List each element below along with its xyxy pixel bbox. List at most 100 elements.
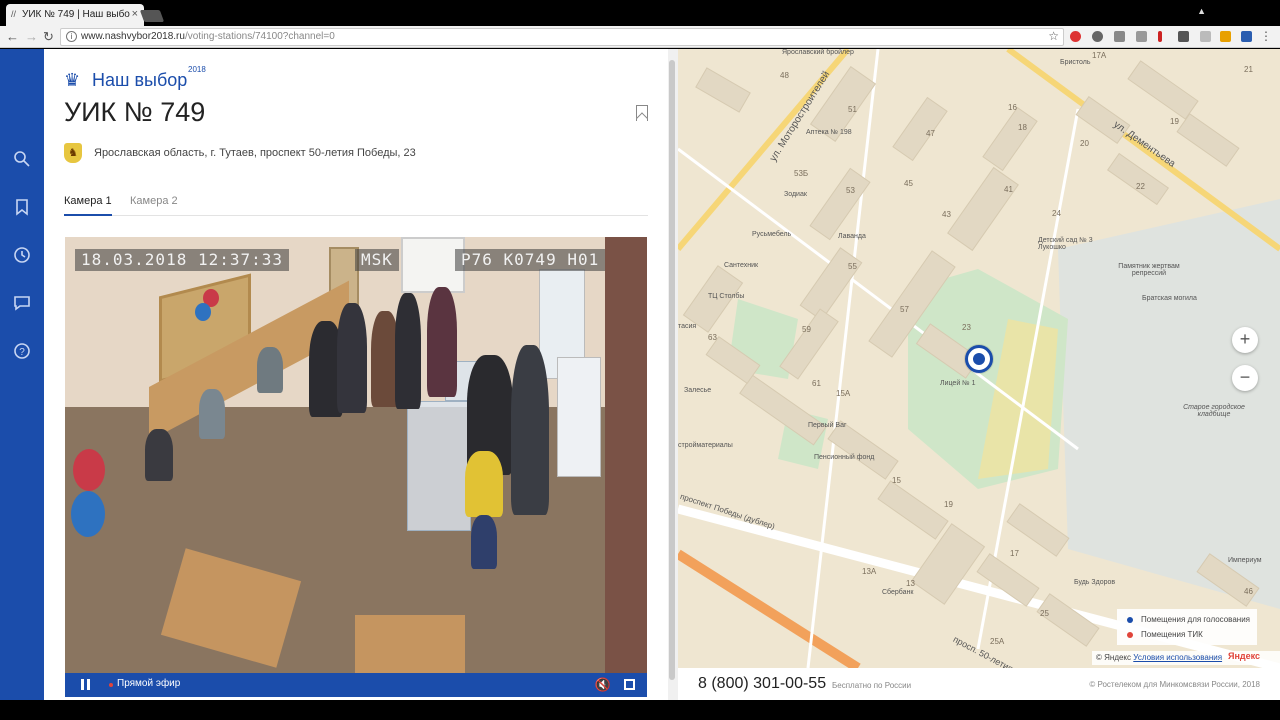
extension-icon[interactable] xyxy=(1136,31,1147,42)
video-timezone: MSK xyxy=(355,249,399,271)
map-place-label: Империум xyxy=(1228,557,1262,564)
video-voting-booth xyxy=(557,357,601,477)
footer: 8 (800) 301-00-55 Бесплатно по России © … xyxy=(678,668,1280,700)
video-person xyxy=(145,429,173,481)
map-place-label: Старое городское кладбище xyxy=(1183,404,1245,418)
extension-icon[interactable] xyxy=(1114,31,1125,42)
extension-icon[interactable] xyxy=(1178,31,1189,42)
map-place-label: Первый Ваг xyxy=(808,422,847,429)
url-path: /voting-stations/74100?channel=0 xyxy=(184,31,335,42)
logo-text: Наш выбор xyxy=(92,70,188,90)
house-number: 63 xyxy=(708,333,717,342)
back-icon[interactable]: ← xyxy=(6,29,19,44)
page-title: УИК № 749 xyxy=(64,97,206,127)
profile-icon[interactable]: ▲ xyxy=(1197,6,1206,16)
adblock-icon[interactable] xyxy=(1070,31,1081,42)
main-content: ♛ Наш выбор 2018 УИК № 749 ♞ Ярославская… xyxy=(44,49,668,700)
save-bookmark-icon[interactable] xyxy=(636,105,648,121)
house-number: 57 xyxy=(900,305,909,314)
map-place-label: Пенсионный фонд xyxy=(814,454,875,461)
map-copyright-text: © Яндекс xyxy=(1096,653,1132,662)
video-balloon xyxy=(71,491,105,537)
sidebar: ? xyxy=(0,49,44,700)
reload-icon[interactable]: ↻ xyxy=(43,29,54,45)
zoom-out-button[interactable]: − xyxy=(1232,365,1258,391)
forward-icon[interactable]: → xyxy=(25,29,38,44)
yandex-logo[interactable]: Яндекс xyxy=(1228,651,1260,661)
video-balloon xyxy=(195,303,211,321)
video-timestamp: 18.03.2018 12:37:33 xyxy=(75,249,290,271)
site-info-icon[interactable]: i xyxy=(66,31,77,42)
tab-camera-2[interactable]: Камера 2 xyxy=(130,195,178,207)
fullscreen-icon[interactable] xyxy=(624,679,635,690)
tab-favicon-icon: // xyxy=(11,9,17,19)
legend-dot-icon xyxy=(1127,631,1133,638)
map-place-label: Русьмебель xyxy=(752,231,792,238)
map-place-label: тасия xyxy=(678,323,697,330)
camera-video[interactable]: 18.03.2018 12:37:33 MSK Р76 К0749 Н01 xyxy=(65,237,647,673)
search-icon[interactable] xyxy=(13,150,31,168)
history-icon[interactable] xyxy=(13,246,31,264)
house-number: 53 xyxy=(846,186,855,195)
house-number: 23 xyxy=(962,323,971,332)
house-number: 16 xyxy=(1008,103,1017,112)
map-place-label: Залесье xyxy=(684,387,712,394)
browser-tab[interactable]: // УИК № 749 | Наш выбо × xyxy=(6,4,144,26)
house-number: 19 xyxy=(944,500,953,509)
help-icon[interactable]: ? xyxy=(13,342,31,360)
browser-tabbar: // УИК № 749 | Наш выбо × ▲ xyxy=(0,0,1280,26)
logo-year: 2018 xyxy=(188,65,206,74)
house-number: 47 xyxy=(926,129,935,138)
scrollbar[interactable] xyxy=(669,60,675,680)
address-bar[interactable]: i www.nashvybor2018.ru/voting-stations/7… xyxy=(60,28,1064,46)
eagle-emblem-icon: ♛ xyxy=(64,70,81,90)
house-number: 15А xyxy=(836,389,851,398)
hotline-note: Бесплатно по России xyxy=(832,681,912,690)
bookmark-icon[interactable] xyxy=(13,198,31,216)
legend-item-voting: Помещения для голосования xyxy=(1127,615,1250,624)
extension-icon[interactable] xyxy=(1158,31,1162,42)
bookmark-star-icon[interactable]: ☆ xyxy=(1048,29,1059,43)
house-number: 25 xyxy=(1040,609,1049,618)
video-ballot-box xyxy=(407,401,471,531)
hotline-phone[interactable]: 8 (800) 301-00-55 xyxy=(698,675,826,693)
video-person xyxy=(427,287,457,397)
extension-icon[interactable] xyxy=(1200,31,1211,42)
map[interactable]: ул. Моторостроителей ул. Дементьева прос… xyxy=(678,49,1280,668)
house-number: 45 xyxy=(904,179,913,188)
video-child xyxy=(465,451,503,517)
terms-link[interactable]: Условия использования xyxy=(1133,653,1222,662)
pause-icon[interactable] xyxy=(81,679,90,690)
map-place-label: Детский сад № 3 Лукошко xyxy=(1038,237,1093,251)
map-place-label: Бристоль xyxy=(1060,59,1091,66)
house-number: 53Б xyxy=(794,169,809,178)
tab-title: УИК № 749 | Наш выбо xyxy=(22,9,130,20)
new-tab-button[interactable] xyxy=(139,10,165,22)
house-number: 55 xyxy=(848,262,857,271)
mute-icon[interactable]: 🔇 xyxy=(595,677,611,693)
house-number: 13А xyxy=(862,567,877,576)
map-place-label: Братская могила xyxy=(1142,295,1197,302)
zoom-in-button[interactable]: + xyxy=(1232,327,1258,353)
extension-icon[interactable] xyxy=(1092,31,1103,42)
house-number: 41 xyxy=(1004,185,1013,194)
map-legend: Помещения для голосования Помещения ТИК xyxy=(1117,609,1257,645)
polling-station-marker[interactable] xyxy=(965,345,993,373)
house-number: 25А xyxy=(990,637,1005,646)
extension-icon[interactable] xyxy=(1220,31,1231,42)
video-person xyxy=(337,303,367,413)
video-person xyxy=(395,293,421,409)
house-number: 17А xyxy=(1092,51,1107,60)
browser-menu-icon[interactable]: ⋮ xyxy=(1260,29,1272,43)
region-crest-icon: ♞ xyxy=(64,143,82,163)
house-number: 46 xyxy=(1244,587,1253,596)
house-number: 22 xyxy=(1136,182,1145,191)
house-number: 15 xyxy=(892,476,901,485)
tab-camera-1[interactable]: Камера 1 xyxy=(64,195,112,216)
map-place-label: Памятник жертвам репрессий xyxy=(1118,263,1180,277)
chat-icon[interactable] xyxy=(13,294,31,312)
tab-close-icon[interactable]: × xyxy=(132,8,138,20)
video-table xyxy=(355,615,465,673)
map-place-label: Зодиак xyxy=(784,191,807,198)
extension-icon[interactable] xyxy=(1241,31,1252,42)
